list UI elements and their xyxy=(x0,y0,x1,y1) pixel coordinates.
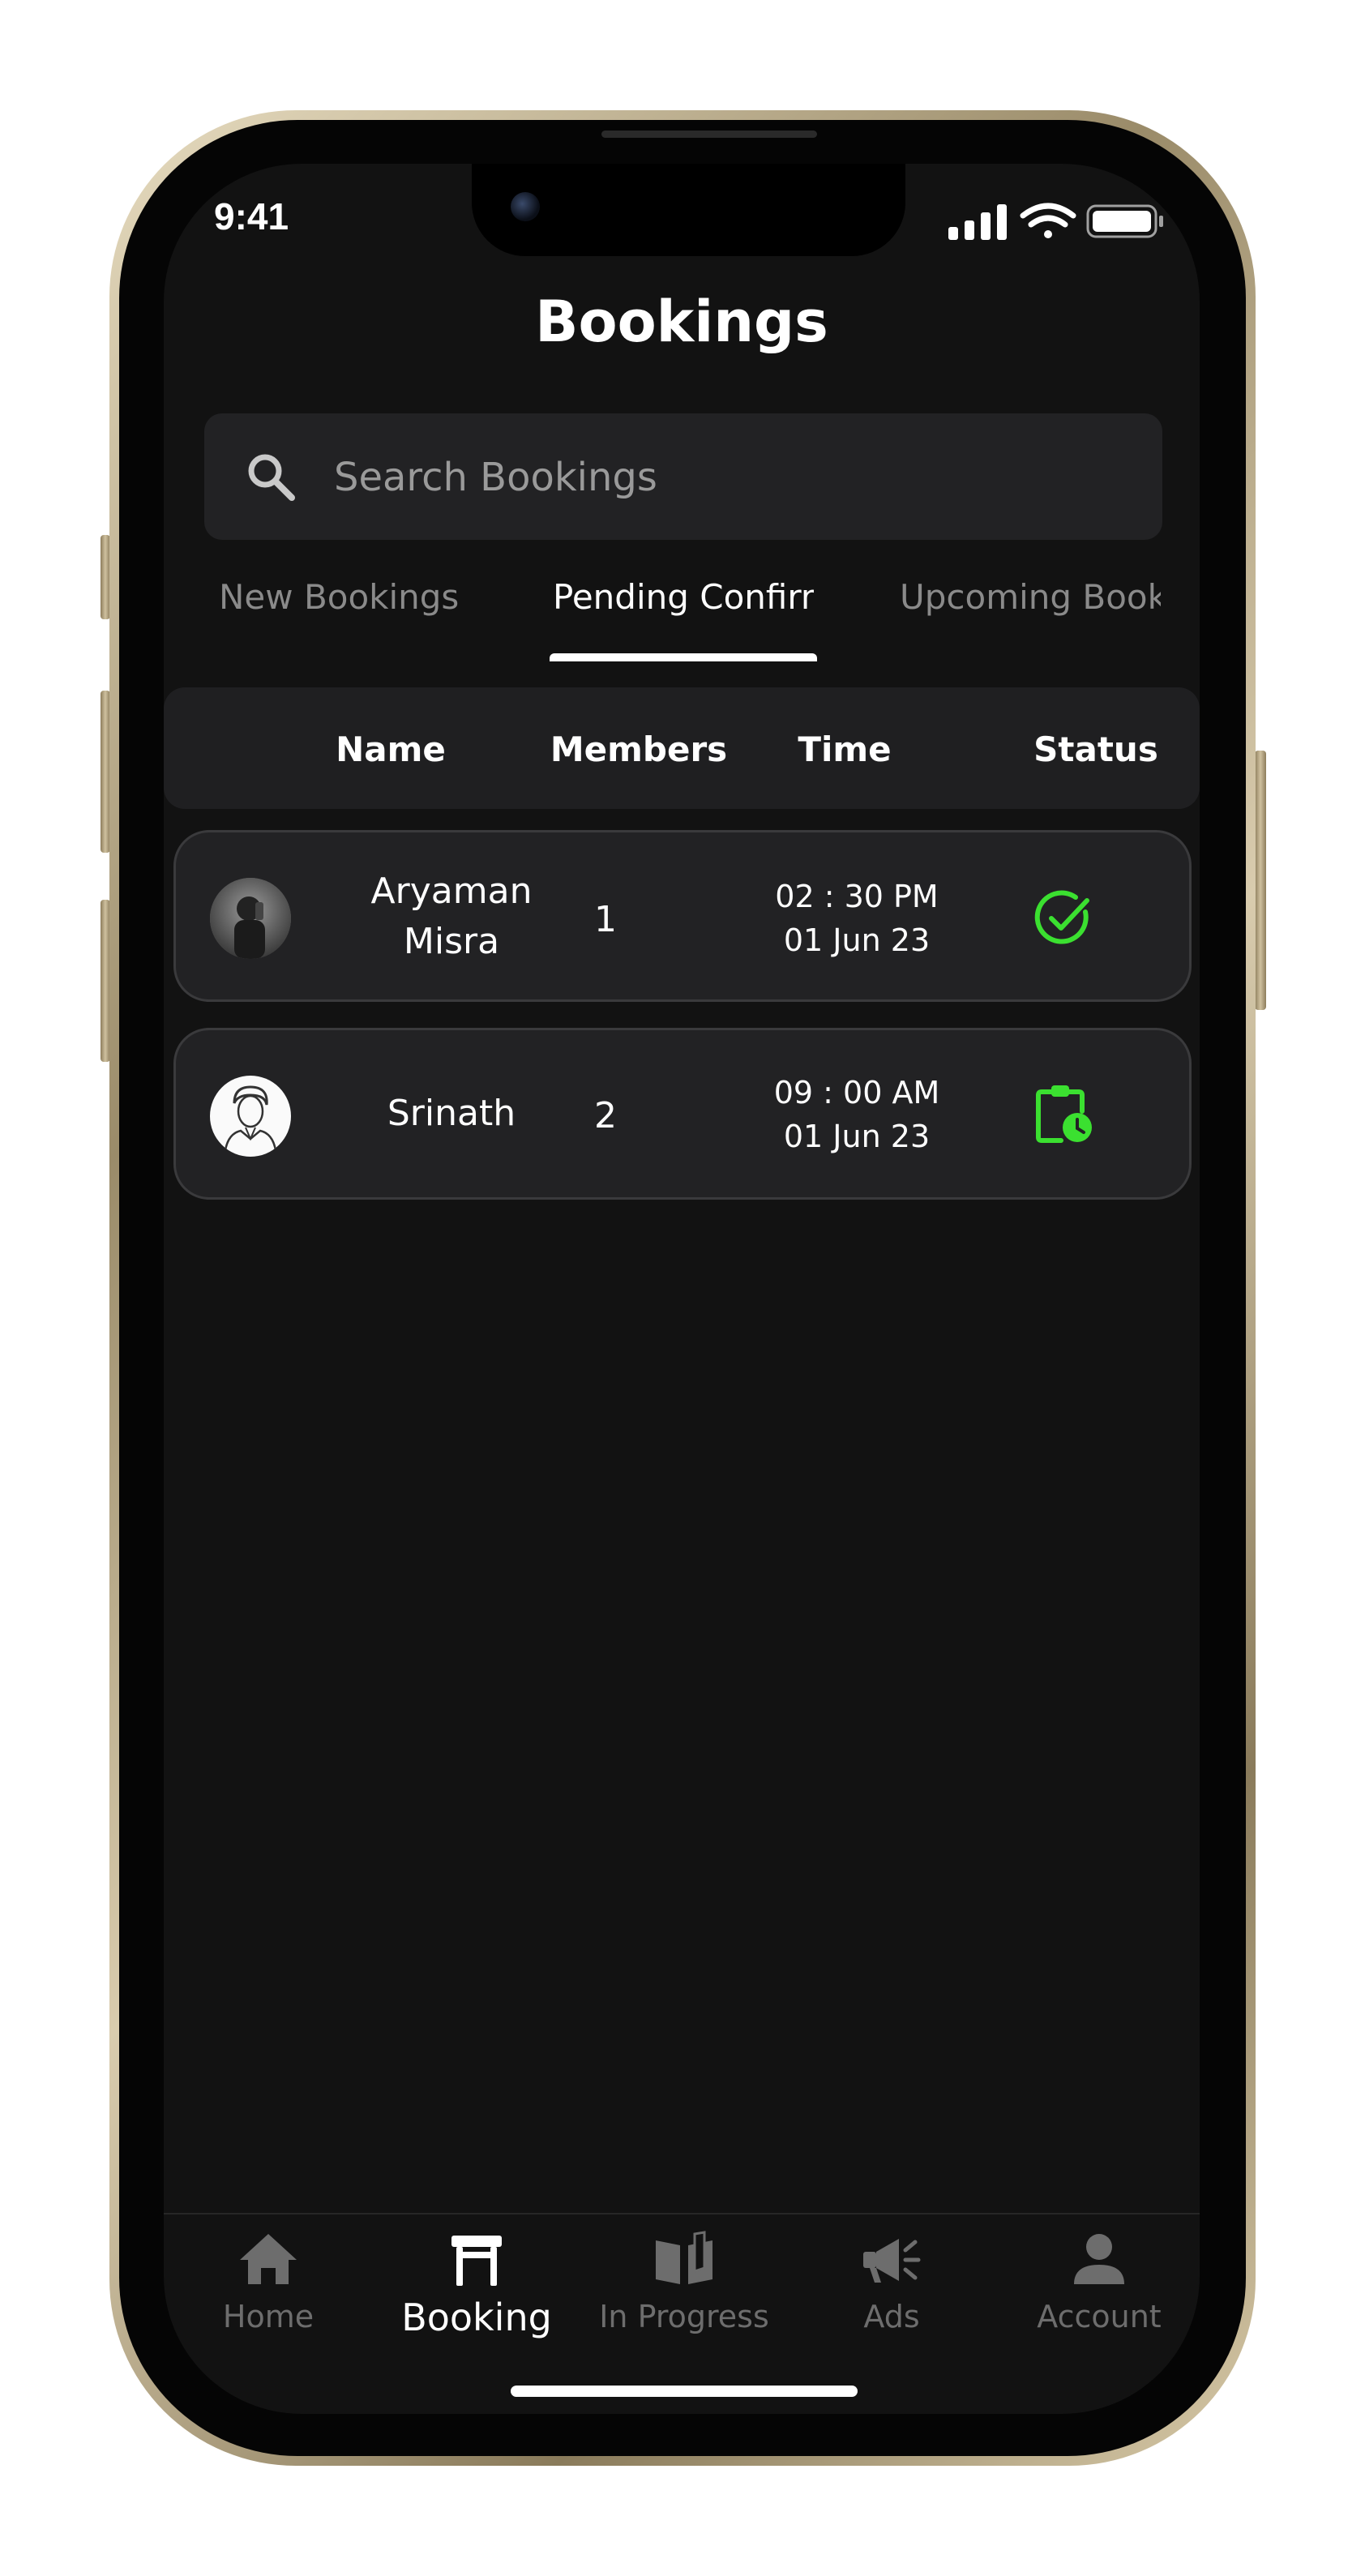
nav-label: Ads xyxy=(863,2299,920,2334)
booking-time: 02 : 30 PM 01 Jun 23 xyxy=(735,875,978,962)
booking-name: Srinath xyxy=(330,1089,573,1139)
active-tab-indicator xyxy=(550,653,817,661)
booking-name-line1: Srinath xyxy=(387,1093,516,1134)
avatar xyxy=(210,1076,291,1157)
column-header-name: Name xyxy=(336,730,446,769)
wifi-icon xyxy=(1020,203,1076,238)
search-bar[interactable] xyxy=(204,413,1162,541)
front-camera xyxy=(511,192,540,221)
nav-item-booking[interactable]: Booking xyxy=(379,2231,574,2339)
home-indicator xyxy=(511,2386,858,2397)
booking-time-value: 02 : 30 PM xyxy=(775,879,939,914)
nav-item-in-progress[interactable]: In Progress xyxy=(587,2231,781,2334)
nav-label: In Progress xyxy=(599,2299,769,2334)
home-icon xyxy=(240,2234,297,2284)
booking-name-line1: Aryaman xyxy=(370,871,533,912)
table-icon xyxy=(451,2236,502,2286)
search-icon xyxy=(248,454,295,501)
tab-new-bookings[interactable]: New Bookings xyxy=(219,577,462,626)
battery-icon xyxy=(1086,204,1163,238)
status-icons xyxy=(948,203,1163,240)
column-header-members: Members xyxy=(550,730,728,769)
table-row[interactable]: Aryaman Misra 1 02 : 30 PM 01 Jun 23 xyxy=(173,830,1192,1002)
booking-name-line2: Misra xyxy=(403,921,500,962)
nav-item-home[interactable]: Home xyxy=(171,2231,366,2334)
open-book-icon xyxy=(656,2231,712,2284)
person-icon xyxy=(1074,2234,1124,2284)
clipboard-clock-icon[interactable] xyxy=(1033,1084,1095,1145)
check-circle-icon[interactable] xyxy=(1033,888,1095,949)
nav-item-account[interactable]: Account xyxy=(1002,2231,1196,2334)
speaker-grille xyxy=(601,131,817,138)
nav-label: Account xyxy=(1037,2299,1162,2334)
booking-time: 09 : 00 AM 01 Jun 23 xyxy=(735,1071,978,1158)
nav-label: Booking xyxy=(401,2296,552,2339)
booking-name: Aryaman Misra xyxy=(330,867,573,967)
booking-members: 2 xyxy=(594,1095,617,1136)
table-header: Name Members Time Status xyxy=(164,687,1200,809)
megaphone-icon xyxy=(863,2239,921,2283)
table-row[interactable]: Srinath 2 09 : 00 AM 01 Jun 23 xyxy=(173,1028,1192,1200)
power-button xyxy=(1255,751,1266,1010)
booking-time-value: 09 : 00 AM xyxy=(773,1075,940,1110)
signal-icon xyxy=(948,204,1007,240)
status-time: 9:41 xyxy=(214,195,289,237)
tab-upcoming-bookings[interactable]: Upcoming Bookings xyxy=(900,577,1161,626)
column-header-time: Time xyxy=(798,730,892,769)
avatar xyxy=(210,878,291,959)
booking-members: 1 xyxy=(594,899,617,940)
page-title: Bookings xyxy=(535,289,828,355)
tab-pending-confirmation[interactable]: Pending Confirmation xyxy=(553,577,814,626)
column-header-status: Status xyxy=(1033,730,1158,769)
nav-item-ads[interactable]: Ads xyxy=(794,2231,989,2334)
booking-date-value: 01 Jun 23 xyxy=(783,1119,931,1154)
bottom-nav-divider xyxy=(164,2213,1200,2214)
nav-label: Home xyxy=(222,2299,315,2334)
booking-date-value: 01 Jun 23 xyxy=(783,922,931,958)
search-input[interactable] xyxy=(332,413,1130,541)
